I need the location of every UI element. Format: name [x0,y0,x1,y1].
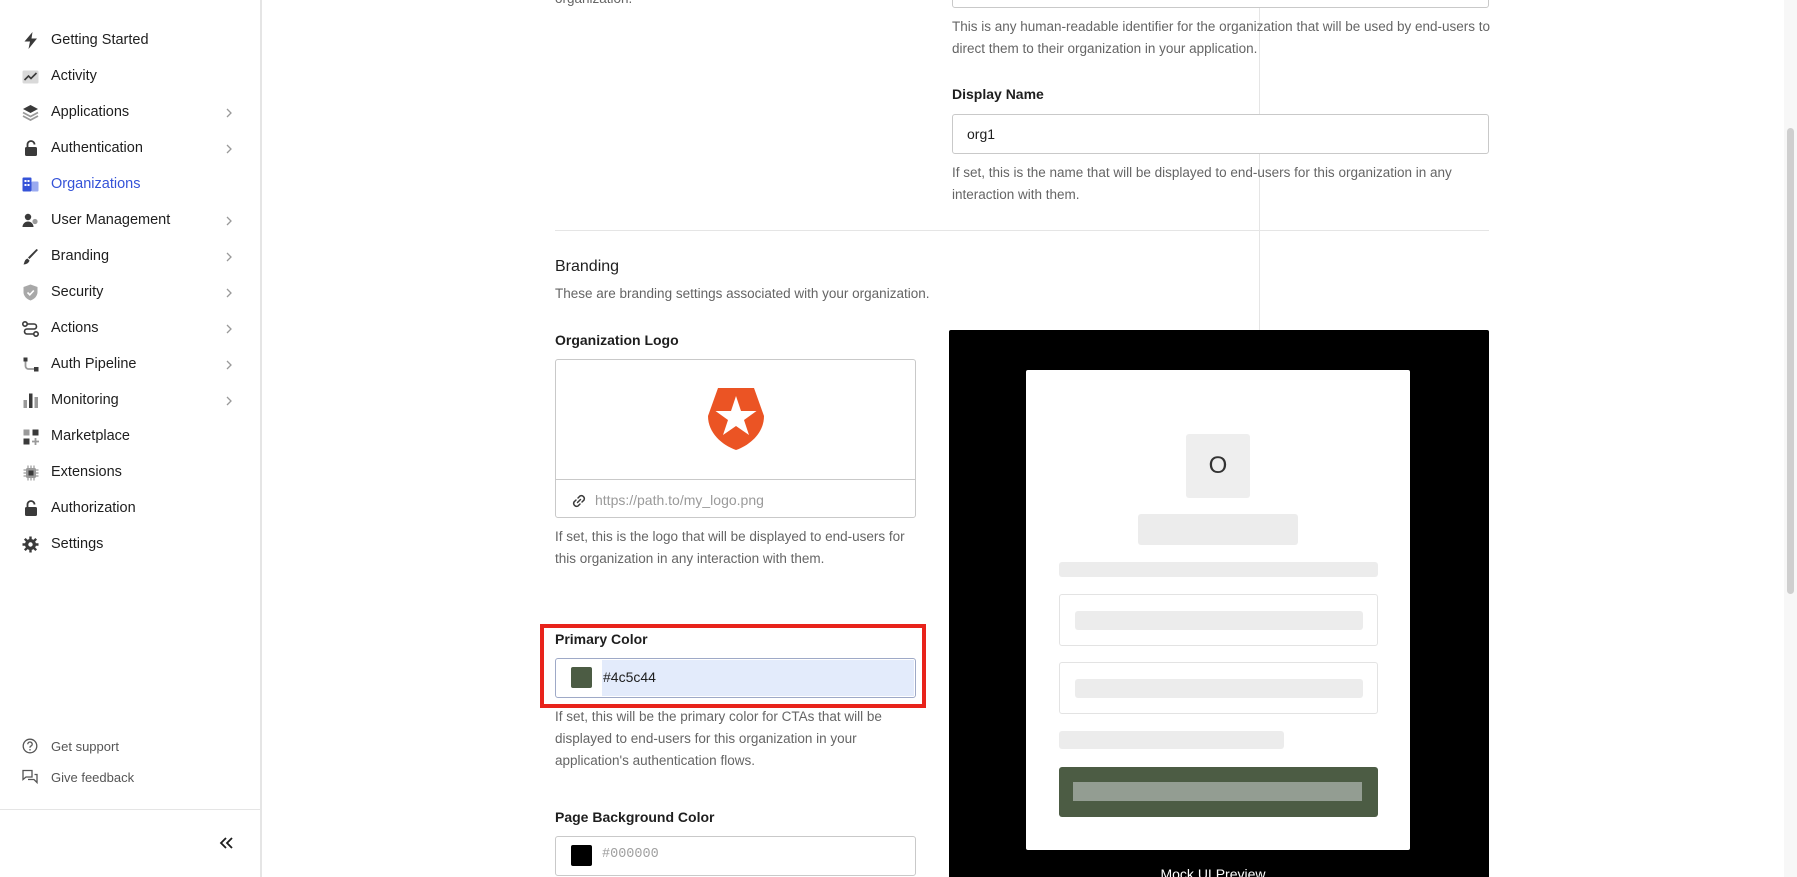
mock-ui-preview-caption: Mock UI Preview [1160,866,1266,877]
sidebar-item-label: Settings [51,536,104,552]
sidebar-item-organizations[interactable]: Organizations [0,168,262,200]
sidebar-item-label: Activity [51,68,97,84]
mock-input-field [1059,662,1378,714]
page-background-color-swatch[interactable] [571,845,592,866]
logo-url-input[interactable]: https://path.to/my_logo.png [595,492,764,508]
sidebar-item-getting-started[interactable]: Getting Started [0,24,262,56]
sidebar-item-label: Monitoring [51,392,119,408]
sidebar: Getting Started Activity Applications Au… [0,0,262,877]
chevron-right-icon [225,394,233,406]
link-icon [570,492,588,515]
name-input[interactable] [952,0,1489,8]
give-feedback-label: Give feedback [51,769,135,785]
section-divider [555,230,1489,231]
lock-icon [22,500,39,517]
double-chevron-left-icon [216,837,238,857]
organization-logo-label: Organization Logo [555,332,679,348]
shield-icon [22,284,39,301]
sidebar-item-monitoring[interactable]: Monitoring [0,384,262,416]
pipeline-icon [22,356,39,373]
display-name-help-text: If set, this is the name that will be di… [952,165,1452,202]
sidebar-item-applications[interactable]: Applications [0,96,262,128]
chevron-right-icon [225,322,233,334]
scrollbar-thumb[interactable] [1787,128,1794,594]
display-name-value: org1 [967,126,996,142]
sidebar-item-label: Branding [51,248,110,264]
sidebar-item-label: Auth Pipeline [51,356,137,372]
sidebar-item-label: Authentication [51,140,143,156]
mock-button-label-placeholder [1073,782,1362,801]
sidebar-item-label: Actions [51,320,99,336]
brush-icon [22,248,39,265]
name-help-text: This is any human-readable identifier fo… [952,19,1491,56]
users-icon [22,212,39,229]
sidebar-item-extensions[interactable]: Extensions [0,456,262,488]
collapse-sidebar-button[interactable] [216,833,238,853]
branding-section-subtitle: These are branding settings associated w… [555,286,930,301]
chip-icon [22,464,39,481]
feedback-icon [22,769,38,785]
mock-input-placeholder [1075,611,1363,630]
chevron-right-icon [225,358,233,370]
mock-avatar: O [1186,434,1250,498]
give-feedback-link[interactable]: Give feedback [0,764,262,790]
sidebar-item-label: Organizations [51,176,141,192]
grid-plus-icon [22,428,39,445]
sidebar-item-auth-pipeline[interactable]: Auth Pipeline [0,348,262,380]
sidebar-item-actions[interactable]: Actions [0,312,262,344]
get-support-label: Get support [51,738,119,754]
mock-input-field [1059,594,1378,646]
sidebar-item-label: Applications [51,104,130,120]
page-background-color-placeholder: #000000 [602,847,659,862]
sidebar-item-label: Security [51,284,104,300]
organization-logo-field: https://path.to/my_logo.png [555,359,916,518]
get-support-link[interactable]: Get support [0,733,262,759]
sidebar-item-security[interactable]: Security [0,276,262,308]
bar-chart-icon [22,392,39,409]
annotation-highlight-box [540,624,926,708]
sidebar-item-authentication[interactable]: Authentication [0,132,262,164]
flow-icon [22,320,39,337]
branding-section-title: Branding [555,258,620,275]
mock-text-placeholder [1059,562,1378,577]
page-background-color-input[interactable]: #000000 [555,836,916,876]
display-name-input[interactable]: org1 [952,114,1489,154]
sidebar-item-label: User Management [51,212,171,228]
activity-chart-icon [22,68,39,85]
auth0-shield-logo [708,388,764,455]
chevron-right-icon [225,142,233,154]
logo-preview-area [556,360,915,480]
chevron-right-icon [225,250,233,262]
sidebar-item-activity[interactable]: Activity [0,60,262,92]
building-icon [22,176,39,193]
sidebar-item-label: Getting Started [51,32,149,48]
mock-title-placeholder [1138,514,1298,545]
chevron-right-icon [225,214,233,226]
sidebar-item-label: Marketplace [51,428,130,444]
sidebar-item-user-management[interactable]: User Management [0,204,262,236]
name-field-partial-label: organization. [555,0,632,10]
mock-link-placeholder [1059,731,1284,749]
organization-logo-help-text: If set, this is the logo that will be di… [555,529,905,566]
lock-icon [22,140,39,157]
gear-icon [22,536,39,553]
help-circle-icon [22,738,38,754]
sidebar-item-label: Authorization [51,500,136,516]
chevron-right-icon [225,106,233,118]
mock-input-placeholder [1075,679,1363,698]
bolt-icon [22,32,39,49]
sidebar-item-authorization[interactable]: Authorization [0,492,262,524]
sidebar-item-settings[interactable]: Settings [0,528,262,560]
display-name-label: Display Name [952,86,1044,102]
primary-color-help-text: If set, this will be the primary color f… [555,709,882,768]
sidebar-item-label: Extensions [51,464,122,480]
sidebar-item-marketplace[interactable]: Marketplace [0,420,262,452]
page-background-color-label: Page Background Color [555,809,715,825]
layers-icon [22,104,39,121]
sidebar-item-branding[interactable]: Branding [0,240,262,272]
chevron-right-icon [225,286,233,298]
sidebar-divider [0,809,262,810]
